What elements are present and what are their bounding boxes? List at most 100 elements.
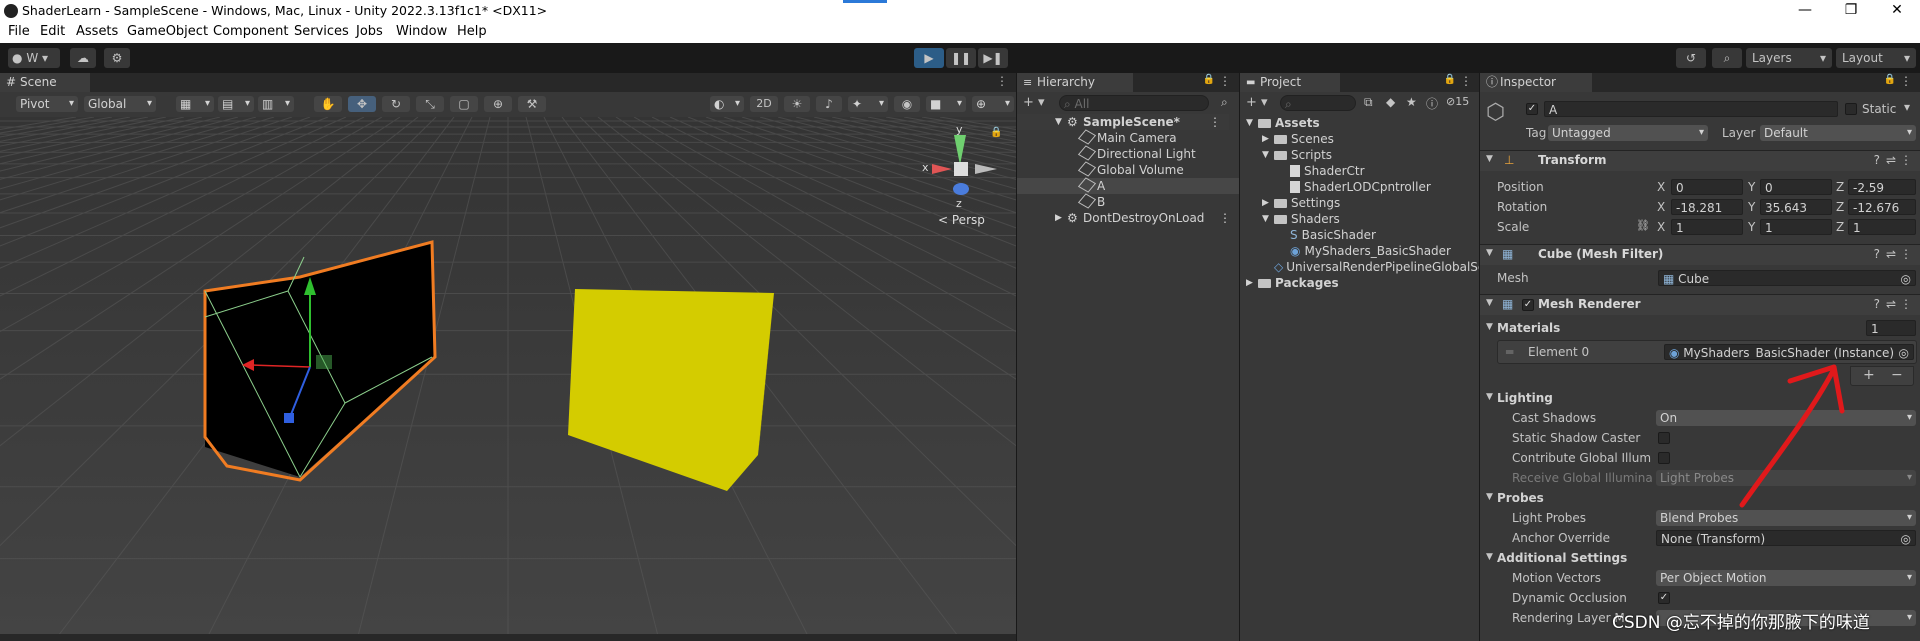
lighting-toggle[interactable]: ☀ [784,96,810,112]
project-script-lodcontroller[interactable]: ShaderLODCpntroller [1240,179,1480,195]
mesh-filter-header[interactable]: ▼ ▦ Cube (Mesh Filter) ? ⇌ ⋮ [1480,244,1920,265]
project-shader-basic[interactable]: S BasicShader [1240,227,1452,243]
cloud-button[interactable]: ☁ [70,48,96,68]
more-options-icon[interactable]: ⋮ [1219,210,1231,226]
minimize-button[interactable]: — [1782,0,1828,22]
account-button[interactable]: ● W ▾ [8,48,60,68]
menu-help[interactable]: Help [457,24,487,39]
menu-gameobject[interactable]: GameObject [127,24,208,39]
project-folder-scripts[interactable]: ▼ Scripts [1240,147,1452,163]
rotation-y-field[interactable]: 35.643 [1760,199,1832,215]
grid-snap-button[interactable]: ▦ [176,96,214,112]
project-folder-shaders[interactable]: ▼ Shaders [1240,211,1452,227]
hierarchy-item-a[interactable]: A [1017,177,1239,194]
materials-count-field[interactable]: 1 [1866,320,1916,336]
search-options-icon[interactable]: ⌕ [1221,95,1228,110]
scale-y-field[interactable]: 1 [1760,219,1832,235]
2d-toggle[interactable]: 2D [750,96,778,112]
more-options-icon[interactable]: ⋮ [1900,74,1912,88]
menu-window[interactable]: Window [396,24,447,39]
rotation-x-field[interactable]: -18.281 [1671,199,1743,215]
lock-icon[interactable]: 🔒 [1203,74,1215,85]
pause-button[interactable]: ❚❚ [946,48,976,68]
motion-vectors-dropdown[interactable]: Per Object Motion [1656,570,1916,586]
preset-icon[interactable]: ⇌ [1886,153,1896,167]
lock-icon[interactable]: 🔒 [1444,74,1456,85]
scene-view[interactable]: y x z 🔒 < Persp [0,117,1016,636]
scale-tool-button[interactable]: ⤡ [416,96,444,112]
menu-edit[interactable]: Edit [40,24,65,39]
help-icon[interactable]: ? [1874,297,1880,311]
rotate-tool-button[interactable]: ↻ [382,96,410,112]
remove-element-button[interactable]: − [1891,367,1903,383]
custom-tool-button[interactable]: ⚒ [518,96,546,112]
expand-arrow-icon[interactable]: ▼ [1486,552,1493,562]
expand-arrow-icon[interactable]: ▼ [1486,392,1493,402]
mesh-renderer-header[interactable]: ▼ ▦ ✓ Mesh Renderer ? ⇌ ⋮ [1480,294,1920,315]
play-button[interactable]: ▶ [914,48,944,68]
hierarchy-item-global-volume[interactable]: Global Volume [1017,161,1229,178]
project-script-shaderctr[interactable]: ShaderCtr [1240,163,1452,179]
more-options-icon[interactable]: ⋮ [1900,247,1912,261]
static-dropdown-icon[interactable]: ▾ [1904,100,1910,114]
project-folder-scenes[interactable]: ▶ Scenes [1240,131,1452,147]
active-checkbox[interactable]: ✓ [1526,103,1538,115]
project-asset-urp-global[interactable]: ◇ UniversalRenderPipelineGlobalSe [1240,259,1480,275]
scale-x-field[interactable]: 1 [1671,219,1743,235]
filter-type-icon[interactable]: ⧉ [1364,95,1373,110]
menu-component[interactable]: Component [213,24,288,39]
collab-button[interactable]: ⚙ [104,48,130,68]
align-button[interactable]: ▥ [258,96,294,112]
filter-label-icon[interactable]: ◆ [1386,95,1395,109]
favorite-icon[interactable]: ★ [1406,95,1417,109]
add-element-button[interactable]: + [1863,367,1875,383]
position-y-field[interactable]: 0 [1760,179,1832,195]
tab-scene[interactable]: # Scene [0,73,90,92]
info-icon[interactable]: ⓘ [1426,95,1438,112]
preset-icon[interactable]: ⇌ [1886,297,1896,311]
lock-icon[interactable]: 🔒 [1884,74,1896,85]
position-x-field[interactable]: 0 [1671,179,1743,195]
hand-tool-button[interactable]: ✋ [314,96,342,112]
tag-dropdown[interactable]: Untagged [1548,125,1708,141]
hierarchy-item-main-camera[interactable]: Main Camera [1017,129,1229,146]
renderer-enabled-checkbox[interactable]: ✓ [1522,299,1534,311]
search-button[interactable]: ⌕ [1712,48,1742,68]
hidden-packages-toggle[interactable]: ⊘15 [1446,95,1469,108]
project-material-basicshader[interactable]: ◉ MyShaders_BasicShader [1240,243,1480,259]
project-folder-packages[interactable]: ▶ Packages [1240,275,1452,291]
help-icon[interactable]: ? [1874,247,1880,261]
step-button[interactable]: ▶❚ [978,48,1008,68]
shading-mode-dropdown[interactable]: ◐ [710,96,744,112]
project-folder-settings[interactable]: ▶ Settings [1240,195,1452,211]
move-tool-button[interactable]: ✥ [348,96,376,112]
layout-dropdown[interactable]: Layout ▾ [1836,48,1916,68]
close-button[interactable]: ✕ [1874,0,1920,22]
gizmos-dropdown[interactable]: ⊕ [972,96,1014,112]
menu-services[interactable]: Services [294,24,349,39]
more-options-icon[interactable]: ⋮ [1900,153,1912,167]
help-icon[interactable]: ? [1874,153,1880,167]
hierarchy-dontdestroy-row[interactable]: ▶ ⚙ DontDestroyOnLoad ⋮ [1017,210,1239,226]
lock-icon[interactable]: 🔒 [990,127,1002,138]
target-icon[interactable]: ◎ [1901,271,1911,285]
static-checkbox[interactable] [1845,103,1857,115]
mesh-object-field[interactable]: ▦ Cube ◎ [1658,270,1916,286]
tab-inspector[interactable]: ⓘ Inspector [1480,73,1592,92]
history-button[interactable]: ↺ [1676,48,1706,68]
pivot-dropdown[interactable]: Pivot [16,96,78,112]
rotation-z-field[interactable]: -12.676 [1848,199,1916,215]
add-asset-button[interactable]: + ▾ [1246,95,1268,110]
contribute-gi-checkbox[interactable] [1658,452,1670,464]
tab-project[interactable]: ▬ Project [1240,73,1340,92]
target-icon[interactable]: ◎ [1899,345,1909,359]
audio-toggle[interactable]: ♪ [816,96,842,112]
scale-z-field[interactable]: 1 [1848,219,1916,235]
anchor-override-field[interactable]: None (Transform) ◎ [1656,530,1916,546]
scene-row[interactable]: ▼ ⚙ SampleScene* ⋮ [1017,114,1229,130]
static-shadow-caster-checkbox[interactable] [1658,432,1670,444]
preset-icon[interactable]: ⇌ [1886,247,1896,261]
projection-toggle[interactable]: < Persp [938,213,985,227]
layer-dropdown[interactable]: Default [1760,125,1916,141]
transform-header[interactable]: ▼ ⊥ Transform ? ⇌ ⋮ [1480,150,1920,171]
